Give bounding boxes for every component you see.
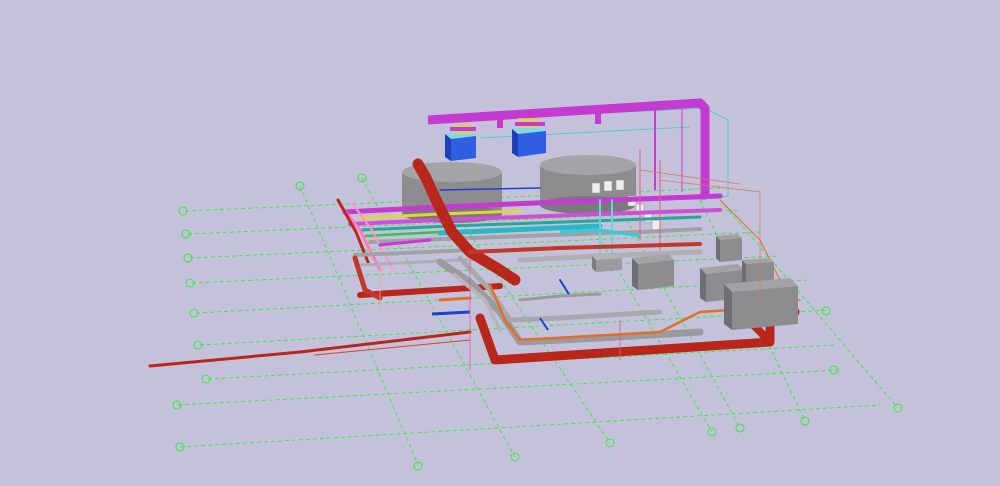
fan-unit-right[interactable]	[512, 118, 546, 157]
equipment-box[interactable]	[716, 234, 742, 262]
fan-unit-left[interactable]	[445, 124, 476, 161]
grid-bubble-icon[interactable]	[413, 461, 423, 471]
blue-pipe	[431, 310, 471, 316]
orange-pipe	[438, 296, 472, 302]
bim-model-scene[interactable]	[0, 0, 1000, 486]
rooftop-fan-units[interactable]	[445, 118, 546, 161]
grid-bubble-icon[interactable]	[735, 423, 745, 433]
equipment-box[interactable]	[592, 254, 622, 272]
pipe-magenta	[342, 193, 723, 215]
grid-line	[179, 404, 881, 448]
red-horizontal	[468, 242, 702, 254]
grid-bubble-icon[interactable]	[821, 306, 831, 316]
grid-bubble-icon[interactable]	[800, 416, 810, 426]
grid-line	[177, 369, 841, 406]
duct-outline	[479, 126, 691, 139]
bim-3d-viewport[interactable]	[0, 0, 1000, 486]
pipe-gray	[353, 248, 472, 257]
equipment-box[interactable]	[724, 278, 798, 330]
equipment-box[interactable]	[632, 254, 674, 290]
